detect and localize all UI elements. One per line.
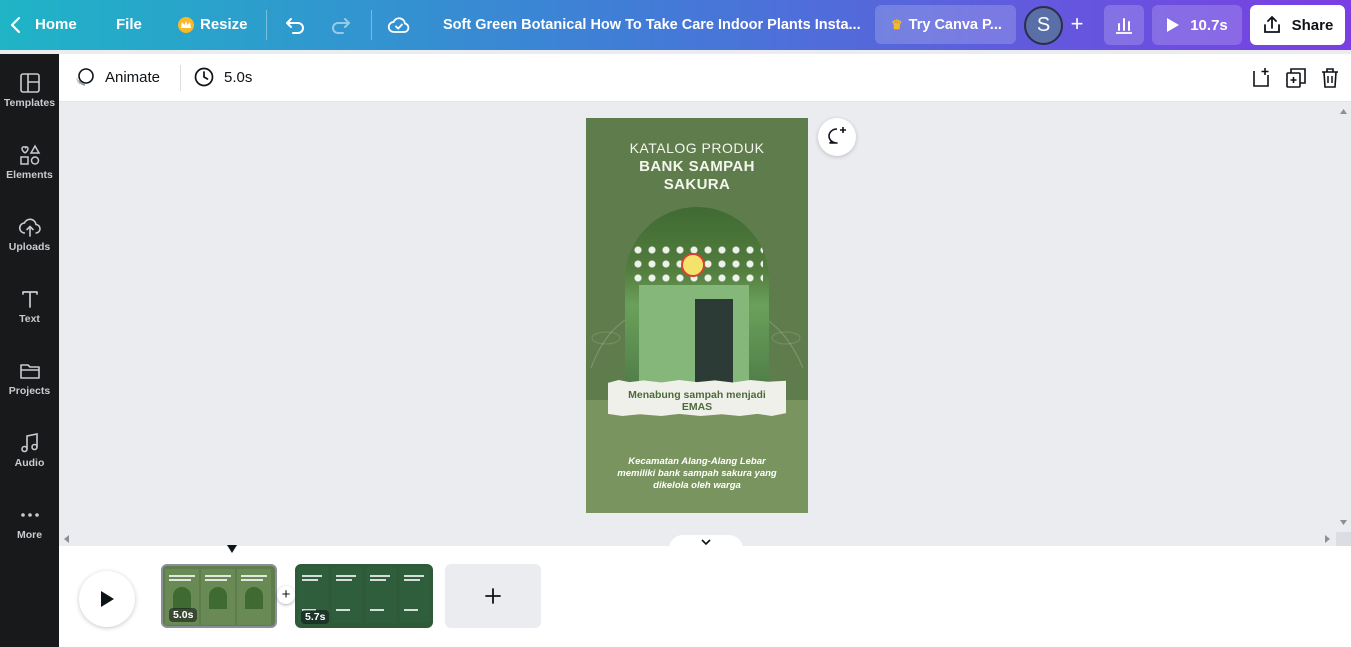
resize-button[interactable]: Resize (178, 16, 248, 33)
delete-page-icon[interactable] (1320, 67, 1340, 89)
divider (371, 10, 372, 40)
animate-label: Animate (105, 68, 161, 86)
try-canva-pro-button[interactable]: ♛ Try Canva P... (875, 5, 1016, 44)
share-button[interactable]: Share (1250, 5, 1345, 45)
sidebar-item-projects[interactable]: Projects (0, 360, 59, 397)
play-icon (1167, 18, 1180, 32)
share-label: Share (1291, 16, 1334, 34)
tagline-line2: EMAS (681, 401, 713, 413)
more-icon (20, 513, 39, 517)
try-label: Try Canva P... (908, 16, 1002, 33)
design-page[interactable]: KATALOG PRODUK BANK SAMPAH SAKURA Menabu… (586, 118, 808, 513)
plus-icon (485, 588, 501, 604)
clip-duration: 5.0s (169, 608, 198, 622)
duplicate-page-icon[interactable] (1285, 67, 1307, 89)
sidebar-item-uploads[interactable]: Uploads (0, 216, 59, 253)
sidebar-label: Elements (6, 169, 53, 181)
audio-icon (20, 433, 38, 453)
clip-thumbnail (237, 569, 271, 625)
comment-add-icon (828, 127, 846, 144)
duration-button[interactable]: 5.0s (194, 67, 252, 87)
design-description[interactable]: Kecamatan Alang-Alang Lebar memiliki ban… (598, 456, 796, 492)
timeline-clip[interactable]: 5.0s (161, 564, 277, 628)
photo-door (695, 299, 733, 387)
add-page-button[interactable] (445, 564, 541, 628)
clip-thumbnail (201, 569, 235, 625)
sidebar-item-templates[interactable]: Templates (0, 72, 59, 109)
chevron-left-icon[interactable] (8, 14, 24, 36)
sidebar-label: Projects (8, 385, 51, 397)
cloud-saved-icon[interactable] (387, 14, 411, 36)
tagline-line1: Menabung sampah menjadi (628, 389, 766, 401)
design-title-line3: SAKURA (663, 176, 731, 193)
divider (266, 10, 267, 40)
bar-chart-icon (1116, 18, 1132, 34)
clip-thumbnail (332, 567, 362, 623)
document-title[interactable]: Soft Green Botanical How To Take Care In… (443, 17, 861, 33)
add-page-icon[interactable] (1251, 67, 1271, 89)
elements-icon (19, 144, 40, 165)
add-collaborator-button[interactable]: + (1066, 13, 1088, 35)
add-comment-button[interactable] (818, 118, 856, 156)
crown-icon: ♛ (891, 16, 903, 32)
crown-icon (178, 16, 194, 33)
timeline-clip[interactable]: 5.7s (295, 564, 433, 628)
arch-photo[interactable] (625, 207, 769, 387)
clip-thumbnail (400, 567, 430, 623)
divider (180, 65, 181, 91)
undo-icon[interactable] (284, 14, 306, 36)
sidebar-label: Audio (14, 457, 45, 469)
sidebar: Templates Elements Uploads Text Projects… (0, 54, 59, 647)
sidebar-item-more[interactable]: More (0, 504, 59, 541)
sidebar-label: Templates (3, 97, 56, 109)
redo-icon[interactable] (330, 14, 352, 36)
avatar[interactable]: S (1024, 6, 1063, 45)
sidebar-label: Uploads (8, 241, 51, 253)
add-transition-button[interactable]: + (277, 586, 295, 604)
chevron-down-icon (701, 539, 711, 546)
desc-line3: dikelola oleh warga (653, 480, 741, 491)
file-menu[interactable]: File (116, 16, 142, 33)
sidebar-item-audio[interactable]: Audio (0, 432, 59, 469)
clock-icon (194, 67, 214, 87)
sidebar-item-text[interactable]: Text (0, 288, 59, 325)
editor-toolbar: Animate 5.0s (59, 54, 1351, 102)
design-tagline[interactable]: Menabung sampah menjadi EMAS (608, 389, 786, 413)
uploads-icon (18, 218, 41, 237)
sidebar-label: More (16, 529, 43, 541)
share-icon (1263, 16, 1280, 33)
top-bar: Home File Resize Soft Green Botanical Ho… (0, 0, 1351, 50)
photo-sign (681, 253, 705, 277)
desc-line2: memiliki bank sampah sakura yang (617, 468, 777, 479)
animate-button[interactable]: Animate (75, 67, 160, 87)
timeline-play-button[interactable] (79, 571, 135, 627)
canvas-area[interactable]: KATALOG PRODUK BANK SAMPAH SAKURA Menabu… (59, 102, 1351, 549)
timeline: 5.0s + 5.7s (59, 544, 1351, 647)
present-play-button[interactable]: 10.7s (1152, 5, 1242, 45)
playhead-marker[interactable] (226, 544, 238, 554)
vertical-scrollbar[interactable] (1336, 102, 1351, 546)
insights-button[interactable] (1104, 5, 1144, 45)
design-title-line1[interactable]: KATALOG PRODUK (586, 140, 808, 156)
play-duration: 10.7s (1190, 16, 1228, 34)
folder-icon (19, 364, 40, 379)
play-icon (101, 591, 114, 607)
home-button[interactable]: Home (35, 16, 77, 33)
clip-duration: 5.7s (301, 610, 330, 624)
sidebar-item-elements[interactable]: Elements (0, 144, 59, 181)
templates-icon (19, 73, 40, 93)
sidebar-label: Text (19, 313, 40, 325)
design-title-line2: BANK SAMPAH (639, 158, 755, 175)
design-title-main[interactable]: BANK SAMPAH SAKURA (586, 158, 808, 194)
text-icon (21, 291, 38, 308)
clip-thumbnail (366, 567, 396, 623)
resize-label: Resize (200, 16, 248, 33)
duration-label: 5.0s (224, 68, 253, 86)
animate-icon (76, 68, 94, 86)
desc-line1: Kecamatan Alang-Alang Lebar (628, 456, 766, 467)
